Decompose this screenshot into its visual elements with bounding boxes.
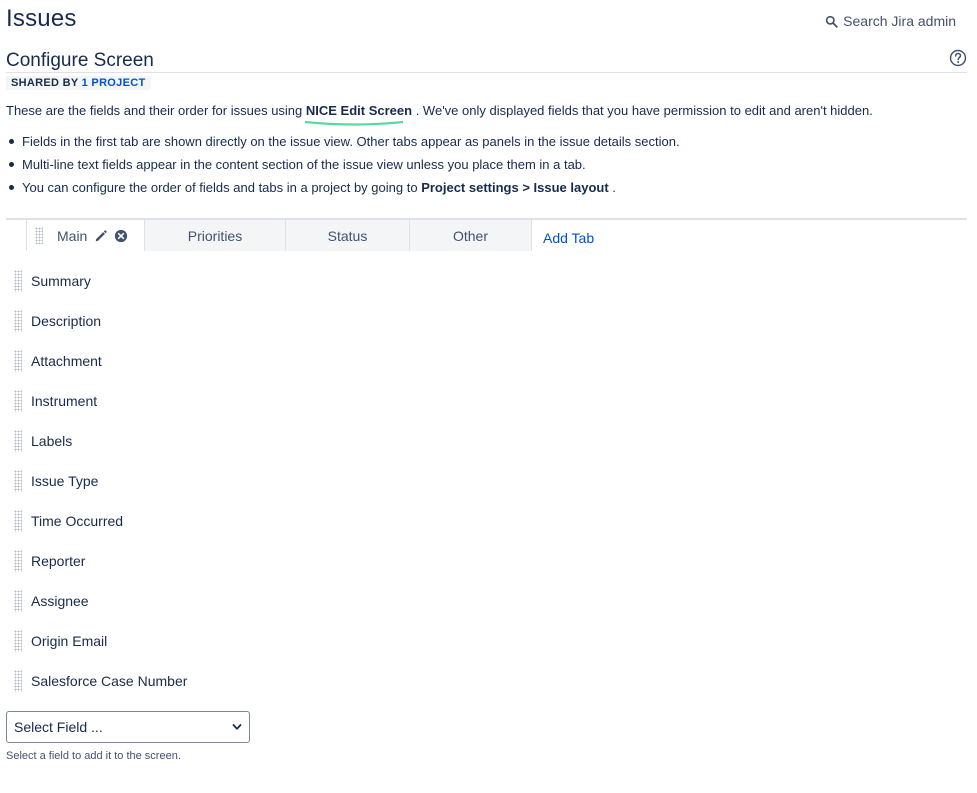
project-settings-text: Project settings [421, 180, 519, 195]
field-row-time-occurred[interactable]: Time Occurred [14, 501, 187, 541]
help-icon[interactable] [949, 49, 967, 67]
tab-priorities[interactable]: Priorities [145, 220, 286, 251]
intro-after: . We've only displayed fields that you h… [412, 103, 873, 118]
info-item: Multi-line text fields appear in the con… [6, 156, 680, 179]
info-item: You can configure the order of fields an… [6, 179, 680, 202]
field-row-description[interactable]: Description [14, 301, 187, 341]
intro-before: These are the fields and their order for… [6, 103, 306, 118]
drag-handle-icon[interactable] [14, 670, 22, 692]
tab-main[interactable]: Main [26, 220, 145, 251]
field-label: Summary [31, 273, 91, 289]
field-row-salesforce-case-number[interactable]: Salesforce Case Number [14, 661, 187, 701]
field-label: Time Occurred [31, 513, 124, 529]
tab-label: Main [57, 227, 88, 244]
field-row-summary[interactable]: Summary [14, 261, 187, 301]
tab-bar: Main Priorities Status Other Add Tab [26, 220, 594, 251]
issue-layout-text: Issue layout [533, 180, 609, 195]
search-label: Search Jira admin [843, 13, 956, 29]
field-label: Reporter [31, 553, 86, 569]
drag-handle-icon[interactable] [14, 390, 22, 412]
drag-handle-icon[interactable] [14, 590, 22, 612]
field-row-instrument[interactable]: Instrument [14, 381, 187, 421]
field-row-reporter[interactable]: Reporter [14, 541, 187, 581]
drag-handle-icon[interactable] [14, 470, 22, 492]
field-label: Issue Type [31, 473, 99, 489]
edit-pencil-icon[interactable] [94, 229, 108, 243]
drag-handle-icon[interactable] [14, 550, 22, 572]
select-field-value: Select Field ... [14, 719, 103, 735]
section-title: Configure Screen [6, 50, 154, 71]
field-label: Labels [31, 433, 73, 449]
field-list: Summary Description Attachment Instrumen… [14, 261, 187, 701]
drag-handle-icon[interactable] [14, 430, 22, 452]
info-item: Fields in the first tab are shown direct… [6, 133, 680, 156]
field-label: Instrument [31, 393, 98, 409]
search-jira-admin-button[interactable]: Search Jira admin [825, 13, 956, 29]
select-field-helper: Select a field to add it to the screen. [6, 750, 181, 762]
field-row-issue-type[interactable]: Issue Type [14, 461, 187, 501]
add-tab-link[interactable]: Add Tab [543, 230, 594, 251]
field-label: Salesforce Case Number [31, 673, 188, 689]
shared-projects-link[interactable]: 1 PROJECT [82, 77, 146, 89]
tab-status[interactable]: Status [286, 220, 410, 251]
chevron-down-icon [232, 724, 242, 730]
shared-by-lozenge: SHARED BY 1 PROJECT [6, 76, 151, 90]
intro-text: These are the fields and their order for… [6, 103, 873, 126]
field-label: Origin Email [31, 633, 108, 649]
field-row-labels[interactable]: Labels [14, 421, 187, 461]
field-label: Attachment [31, 353, 102, 369]
drag-handle-icon[interactable] [35, 227, 43, 244]
drag-handle-icon[interactable] [14, 310, 22, 332]
info-list: Fields in the first tab are shown direct… [6, 133, 680, 202]
field-row-origin-email[interactable]: Origin Email [14, 621, 187, 661]
screen-name: NICE Edit Screen [304, 103, 412, 126]
drag-handle-icon[interactable] [14, 630, 22, 652]
search-icon [825, 15, 838, 28]
select-field-dropdown[interactable]: Select Field ... [6, 711, 250, 743]
shared-by-label: SHARED BY [11, 77, 79, 89]
title-divider [6, 72, 967, 73]
drag-handle-icon[interactable] [14, 270, 22, 292]
tab-other[interactable]: Other [410, 220, 532, 251]
page-title: Issues [6, 5, 77, 32]
field-row-attachment[interactable]: Attachment [14, 341, 187, 381]
field-label: Assignee [31, 593, 89, 609]
drag-handle-icon[interactable] [14, 350, 22, 372]
field-label: Description [31, 313, 102, 329]
highlight-underline [304, 120, 404, 126]
remove-tab-icon[interactable] [114, 229, 128, 243]
field-row-assignee[interactable]: Assignee [14, 581, 187, 621]
drag-handle-icon[interactable] [14, 510, 22, 532]
